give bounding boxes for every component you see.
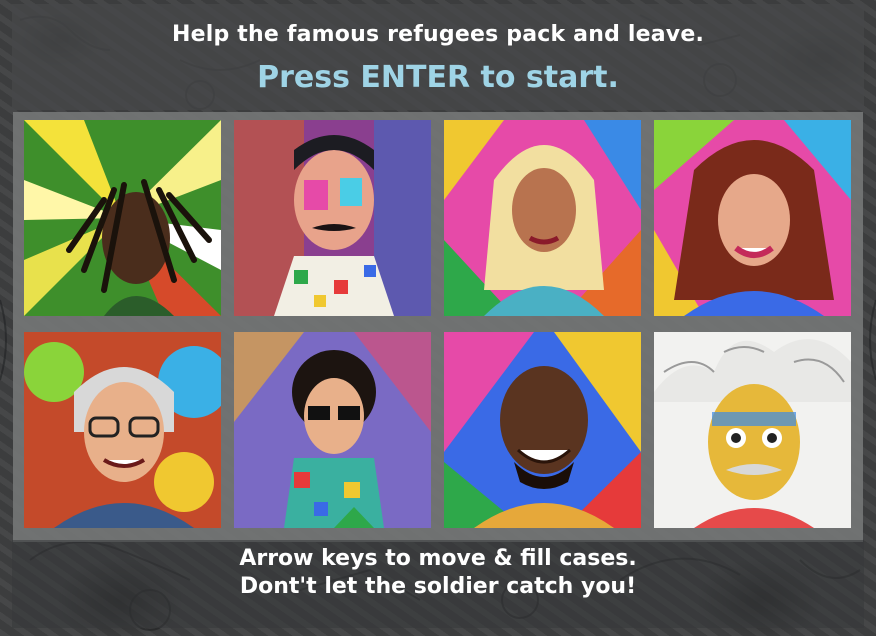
curly-hair-sunglasses-man-portrait [234, 332, 431, 528]
wild-white-hair-scientist-portrait [654, 332, 851, 528]
bald-smiling-man-portrait [444, 332, 641, 528]
game-title: Help the famous refugees pack and leave. [171, 22, 705, 47]
mustache-man-portrait [234, 120, 431, 316]
dreadlocks-man-portrait [24, 120, 221, 316]
blonde-woman-portrait [444, 120, 641, 316]
instruction-warning: Dont't let the soldier catch you! [239, 574, 637, 599]
glasses-grey-hair-man-portrait [24, 332, 221, 528]
start-prompt: Press ENTER to start. [257, 60, 619, 95]
curly-hair-woman-portrait [654, 120, 851, 316]
instruction-move: Arrow keys to move & fill cases. [239, 546, 637, 571]
